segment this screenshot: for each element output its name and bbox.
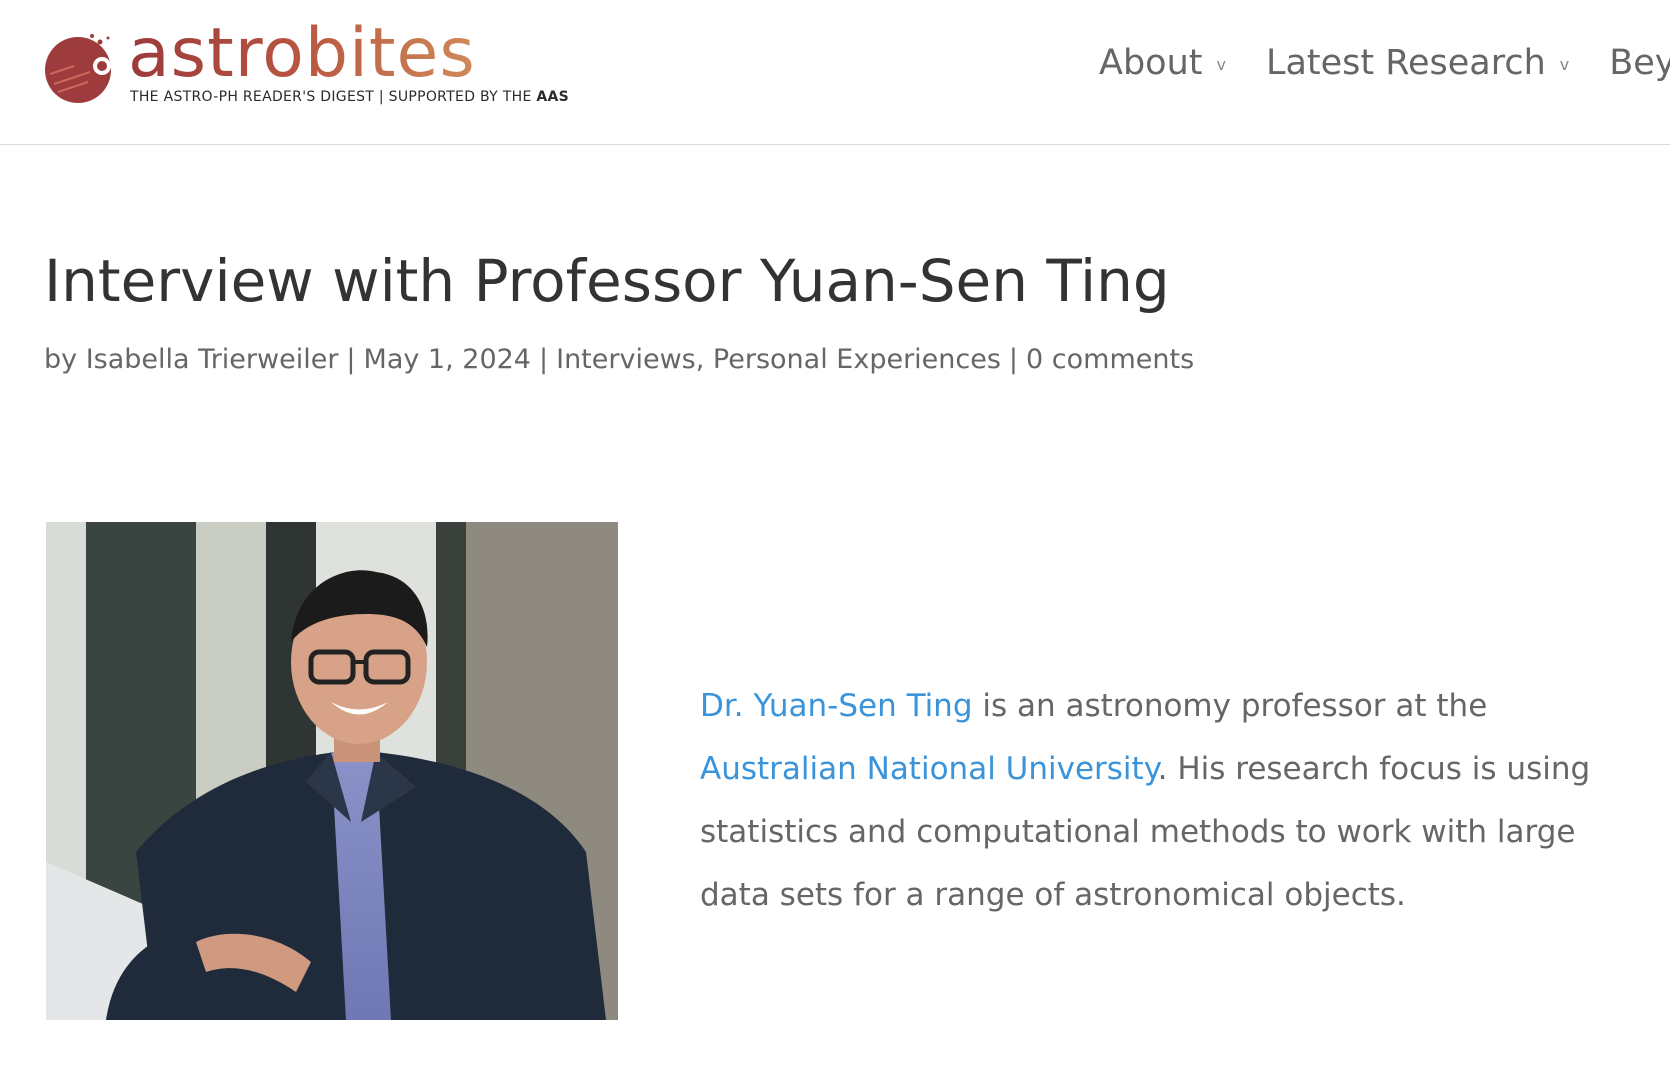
nav-item-latest-research[interactable]: Latest Research v: [1266, 40, 1569, 86]
meta-by: by: [44, 344, 78, 375]
main-nav: About v Latest Research v Bey: [1099, 40, 1670, 86]
nav-item-about[interactable]: About v: [1099, 40, 1226, 86]
meta-comma: ,: [695, 344, 705, 375]
meta-separator: |: [539, 344, 549, 375]
logo-tagline: THE ASTRO-PH READER'S DIGEST | SUPPORTED…: [130, 89, 569, 105]
post-title: Interview with Professor Yuan-Sen Ting: [44, 247, 1170, 315]
logo-tagline-text: THE ASTRO-PH READER'S DIGEST | SUPPORTED…: [130, 89, 537, 105]
post-date: May 1, 2024: [363, 344, 531, 375]
nav-item-beyond-label: Bey: [1609, 43, 1670, 83]
post-meta: by Isabella Trierweiler | May 1, 2024 | Inte…: [44, 340, 1194, 380]
link-australian-national-university[interactable]: Australian National University: [700, 751, 1158, 787]
logo-tagline-aas: AAS: [536, 89, 569, 105]
nav-item-latest-research-label: Latest Research: [1265, 43, 1546, 83]
category-link-personal-experiences[interactable]: Personal Experiences: [713, 344, 1001, 375]
comments-link[interactable]: 0 comments: [1026, 344, 1194, 375]
chevron-down-icon: v: [1216, 54, 1226, 74]
category-link-interviews[interactable]: Interviews: [556, 344, 696, 375]
site-header: astrobites THE ASTRO-PH READER'S DIGEST …: [0, 0, 1670, 145]
planet-logo-icon: [45, 34, 111, 103]
nav-item-about-label: About: [1099, 43, 1203, 83]
meta-separator: |: [1008, 344, 1019, 375]
site-logo[interactable]: astrobites THE ASTRO-PH READER'S DIGEST …: [44, 14, 569, 118]
link-yuan-sen-ting[interactable]: Dr. Yuan-Sen Ting: [700, 688, 973, 724]
author-link[interactable]: Isabella Trierweiler: [86, 344, 339, 375]
intro-paragraph: Dr. Yuan-Sen Ting is an astronomy profes…: [700, 675, 1600, 927]
chevron-down-icon: v: [1559, 54, 1570, 74]
intro-text-1: is an astronomy professor at the: [972, 688, 1488, 724]
meta-separator: |: [346, 344, 356, 375]
logo-wordmark: astrobites: [128, 14, 476, 93]
nav-item-beyond[interactable]: Bey: [1609, 40, 1670, 86]
portrait-image: [46, 522, 618, 1020]
